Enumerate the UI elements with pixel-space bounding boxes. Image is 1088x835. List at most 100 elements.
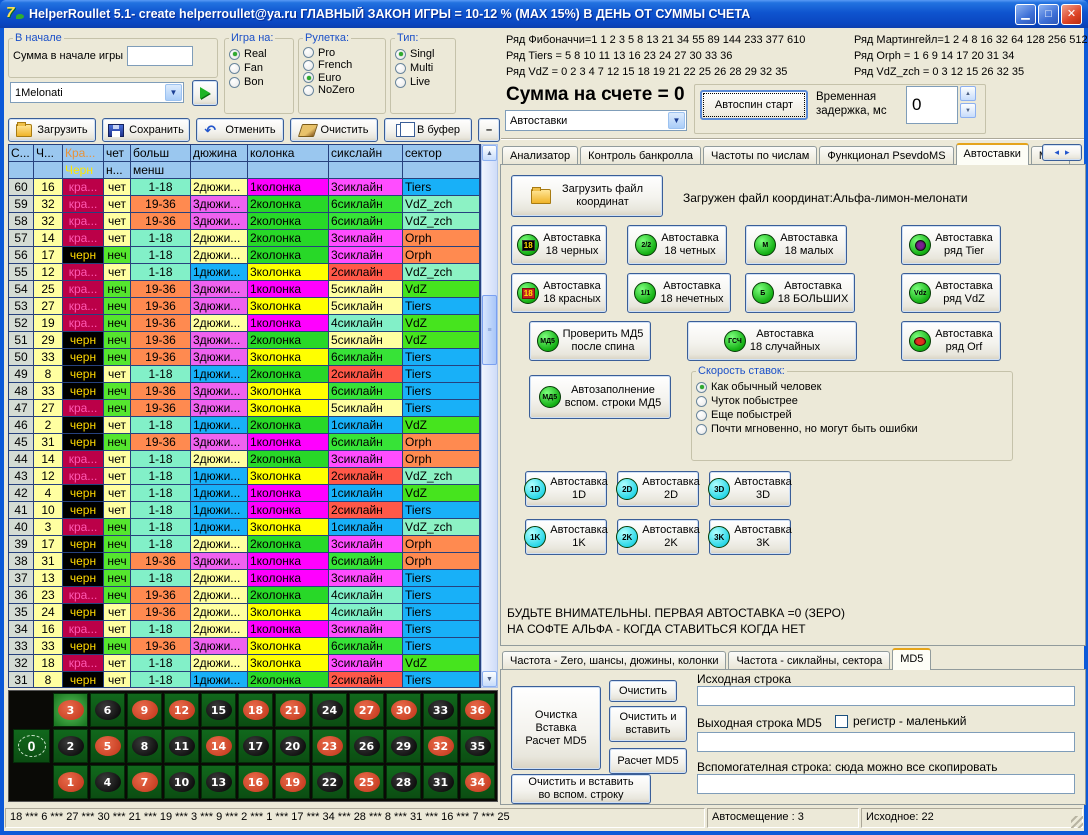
board-cell-12[interactable]: 12	[164, 693, 199, 727]
table-row[interactable]: 462чернчет1-181дюжи...2колонка1сиклайнVd…	[9, 417, 480, 434]
main-tab-частоты-по-числам[interactable]: Частоты по числам	[703, 146, 817, 165]
scrollbar-thumb[interactable]: ≡	[482, 295, 497, 365]
md5-clear-paste-button[interactable]: Очистить и вставить	[609, 706, 687, 742]
table-row[interactable]: 5425кра...неч19-363дюжи...1колонка5сикла…	[9, 281, 480, 298]
bet-button-автоставка-ряд-tier[interactable]: Автоставка ряд Tier	[901, 225, 1001, 265]
game-on-option-real[interactable]: Real	[229, 48, 289, 60]
bet-button-автоставка-18-случайных[interactable]: ГСЧАвтоставка 18 случайных	[687, 321, 857, 361]
header-cell[interactable]: колонка	[248, 145, 329, 162]
board-cell-6[interactable]: 6	[90, 693, 125, 727]
header-cell[interactable]: Ч...	[34, 145, 63, 162]
table-row[interactable]: 3831черннеч19-363дюжи...1колонка6сиклайн…	[9, 553, 480, 570]
board-cell-zero[interactable]: 0	[13, 729, 50, 763]
bottom-tab-частота-сиклайны-сектора[interactable]: Частота - сиклайны, сектора	[728, 651, 890, 670]
speed-option-почти-мгновенно-но-могут-быть-ошибки[interactable]: Почти мгновенно, но могут быть ошибки	[696, 423, 1008, 435]
tab-scroll-right-icon[interactable]: ▸	[1065, 147, 1070, 158]
board-cell-22[interactable]: 22	[312, 765, 347, 799]
bet-button-автоставка-1k[interactable]: 1KАвтоставка 1K	[525, 519, 607, 555]
bet-button-автоставка-3d[interactable]: 3DАвтоставка 3D	[709, 471, 791, 507]
scroll-down-icon[interactable]: ▼	[482, 671, 497, 687]
preset-combobox[interactable]: 1Melonati ▼	[10, 82, 184, 103]
start-sum-input[interactable]	[127, 46, 193, 66]
board-cell-32[interactable]: 32	[423, 729, 458, 763]
header-cell[interactable]	[34, 162, 63, 179]
bottom-tab-частота-zero-шансы-дюжины-колонки[interactable]: Частота - Zero, шансы, дюжины, колонки	[502, 651, 726, 670]
table-row[interactable]: 5714кра...чет1-182дюжи...2колонка3сиклай…	[9, 230, 480, 247]
board-cell-29[interactable]: 29	[386, 729, 421, 763]
bet-button-автоставка-18-четных[interactable]: 2/2Автоставка 18 четных	[627, 225, 727, 265]
table-row[interactable]: 4531черннеч19-363дюжи...1колонка6сиклайн…	[9, 434, 480, 451]
bet-button-автоставка-ряд-vdz[interactable]: VdzАвтоставка ряд VdZ	[901, 273, 1001, 313]
bet-button-автоставка-ряд-orf[interactable]: Автоставка ряд Orf	[901, 321, 1001, 361]
speed-option-чуток-побыстрее[interactable]: Чуток побыстрее	[696, 395, 1008, 407]
table-row[interactable]: 3333черннеч19-363дюжи...3колонка6сиклайн…	[9, 638, 480, 655]
load-coords-button[interactable]: Загрузить файл координат	[511, 175, 663, 217]
board-cell-25[interactable]: 25	[349, 765, 384, 799]
bottom-tab-md5[interactable]: MD5	[892, 648, 931, 670]
bet-button-проверить-мд5-после-спина[interactable]: МД5Проверить МД5 после спина	[529, 321, 651, 361]
board-cell-11[interactable]: 11	[164, 729, 199, 763]
main-tab-анализатор[interactable]: Анализатор	[502, 146, 578, 165]
roulette-option-pro[interactable]: Pro	[303, 47, 381, 59]
spinner-up-icon[interactable]: ▲	[960, 86, 976, 101]
header-cell[interactable]: менш	[131, 162, 191, 179]
md5-calc-button[interactable]: Расчет MD5	[609, 748, 687, 774]
table-row[interactable]: 4414кра...чет1-182дюжи...2колонка3сиклай…	[9, 451, 480, 468]
header-cell[interactable]: сектор	[403, 145, 480, 162]
tab-scroll-buttons[interactable]: ◂ ▸	[1042, 144, 1082, 161]
board-cell-2[interactable]: 2	[53, 729, 88, 763]
chevron-down-icon[interactable]: ▼	[668, 112, 685, 129]
board-cell-14[interactable]: 14	[201, 729, 236, 763]
toolbar-copy-pages-button[interactable]: В буфер	[384, 118, 472, 142]
board-cell-35[interactable]: 35	[460, 729, 495, 763]
play-button[interactable]	[192, 80, 218, 106]
type-option-live[interactable]: Live	[395, 76, 451, 88]
board-cell-19[interactable]: 19	[275, 765, 310, 799]
header-cell[interactable]: Черн	[63, 162, 104, 179]
register-checkbox[interactable]	[835, 715, 848, 728]
bet-button-автоставка-18-черных[interactable]: 18Автоставка 18 черных	[511, 225, 607, 265]
board-cell-34[interactable]: 34	[460, 765, 495, 799]
chevron-down-icon[interactable]: ▼	[165, 84, 182, 101]
table-row[interactable]: 4833черннеч19-363дюжи...3колонка6сиклайн…	[9, 383, 480, 400]
board-cell-24[interactable]: 24	[312, 693, 347, 727]
bet-button-автоставка-18-больших[interactable]: БАвтоставка 18 БОЛЬШИХ	[745, 273, 855, 313]
roulette-option-french[interactable]: French	[303, 59, 381, 71]
source-string-input[interactable]	[697, 686, 1075, 706]
header-cell[interactable]: чет	[104, 145, 131, 162]
table-row[interactable]: 3218кра...чет1-182дюжи...3колонка3сиклай…	[9, 655, 480, 672]
speed-option-еще-побыстрей[interactable]: Еще побыстрей	[696, 409, 1008, 421]
bet-button-автозаполнение-вспом-строки-мд5[interactable]: МД5Автозаполнение вспом. строки МД5	[529, 375, 671, 419]
autospin-start-button[interactable]: Автоспин старт	[700, 90, 808, 120]
table-row[interactable]: 4727кра...неч19-363дюжи...3колонка5сикла…	[9, 400, 480, 417]
bet-button-автоставка-3k[interactable]: 3KАвтоставка 3K	[709, 519, 791, 555]
output-string-input[interactable]	[697, 732, 1075, 752]
resize-grip[interactable]	[1071, 816, 1083, 828]
roulette-option-nozero[interactable]: NoZero	[303, 84, 381, 96]
header-cell[interactable]	[403, 162, 480, 179]
table-row[interactable]: 4110чернчет1-181дюжи...1колонка2сиклайнT…	[9, 502, 480, 519]
board-cell-16[interactable]: 16	[238, 765, 273, 799]
table-row[interactable]: 5932кра...чет19-363дюжи...2колонка6сикла…	[9, 196, 480, 213]
table-row[interactable]: 5219кра...неч19-362дюжи...1колонка4сикла…	[9, 315, 480, 332]
board-cell-3[interactable]: 3	[53, 693, 88, 727]
game-on-option-fan[interactable]: Fan	[229, 62, 289, 74]
game-on-option-bon[interactable]: Bon	[229, 76, 289, 88]
table-row[interactable]: 5832кра...чет19-363дюжи...2колонка6сикла…	[9, 213, 480, 230]
table-row[interactable]: 5512кра...чет1-181дюжи...3колонка2сиклай…	[9, 264, 480, 281]
bet-button-автоставка-18-нечетных[interactable]: 1/1Автоставка 18 нечетных	[627, 273, 731, 313]
table-row[interactable]: 403кра...неч1-181дюжи...3колонка1сиклайн…	[9, 519, 480, 536]
board-cell-10[interactable]: 10	[164, 765, 199, 799]
md5-clear-button[interactable]: Очистить	[609, 680, 677, 702]
delay-spinner-value[interactable]: 0	[906, 86, 958, 124]
bet-button-автоставка-2d[interactable]: 2DАвтоставка 2D	[617, 471, 699, 507]
history-scrollbar[interactable]: ▲ ≡ ▼	[481, 144, 498, 688]
table-row[interactable]: 5129черннеч19-363дюжи...2колонка5сиклайн…	[9, 332, 480, 349]
maximize-button[interactable]: □	[1038, 4, 1059, 25]
board-cell-8[interactable]: 8	[127, 729, 162, 763]
board-cell-28[interactable]: 28	[386, 765, 421, 799]
board-cell-26[interactable]: 26	[349, 729, 384, 763]
board-cell-18[interactable]: 18	[238, 693, 273, 727]
main-tab-функционал-psevdoms[interactable]: Функционал PsevdoMS	[819, 146, 953, 165]
table-row[interactable]: 6016кра...чет1-182дюжи...1колонка3сиклай…	[9, 179, 480, 196]
